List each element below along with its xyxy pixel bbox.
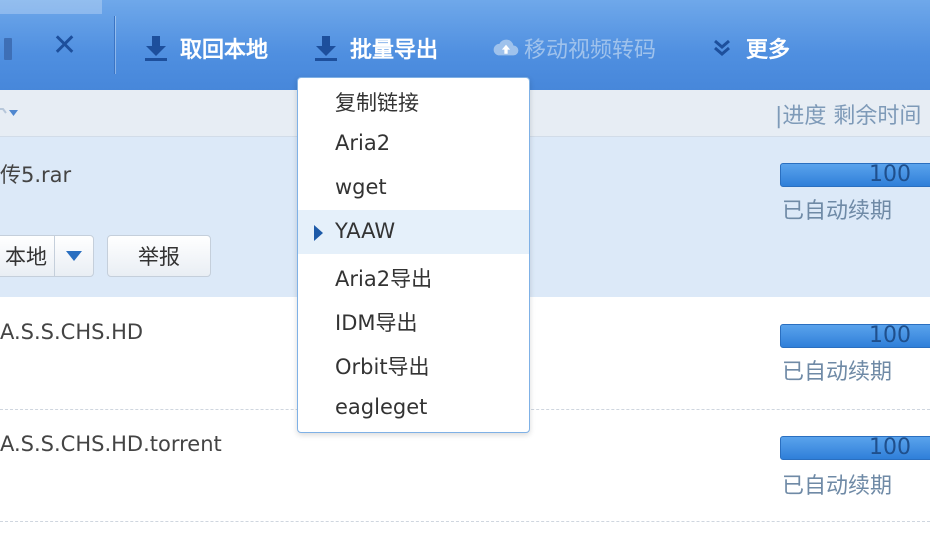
report-button[interactable]: 举报 [107,235,211,277]
download-icon [142,33,170,63]
fetch-local-dropdown-button[interactable] [54,235,94,277]
fetch-local-label: 取回本地 [180,38,269,63]
menu-item-orbit-export[interactable]: Orbit导出 [298,342,529,386]
batch-export-button[interactable]: 批量导出 [312,30,438,66]
file-name: 传5.rar [0,163,72,187]
menu-item-label: Aria2导出 [335,267,433,291]
cloud-upload-icon [492,33,520,63]
menu-item-yaaw[interactable]: YAAW [298,210,529,254]
fetch-local-row-label: 本地 [5,245,47,269]
menu-item-label: Orbit导出 [335,355,430,379]
batch-export-menu: 复制链接 Aria2 wget YAAW Aria2导出 IDM导出 Orbit… [297,77,530,433]
double-chevron-down-icon [708,33,736,63]
menu-item-aria2[interactable]: Aria2 [298,122,529,166]
file-name: A.S.S.CHS.HD.torrent [0,432,222,456]
renew-status: 已自动续期 [782,474,893,499]
transcode-label: 移动视频转码 [524,38,657,63]
more-label: 更多 [746,38,791,63]
progress-bar: 100 [780,435,930,460]
pause-icon[interactable] [4,38,12,60]
transcode-button[interactable]: 移动视频转码 [492,30,656,66]
menu-item-idm-export[interactable]: IDM导出 [298,298,529,342]
progress-remaining-column-header[interactable]: |进度 剩余时间 [775,98,921,130]
sort-chevron-down-icon[interactable] [0,102,18,123]
download-icon [312,33,340,63]
renew-status: 已自动续期 [782,199,893,224]
fetch-local-button[interactable]: 取回本地 [142,30,268,66]
progress-value: 100 [869,323,911,348]
menu-item-label: IDM导出 [335,311,418,335]
menu-item-wget[interactable]: wget [298,166,529,210]
report-label: 举报 [138,245,180,269]
menu-item-label: wget [335,175,387,199]
close-icon[interactable]: ✕ [52,28,77,63]
progress-bar: 100 [780,323,930,348]
file-name: A.S.S.CHS.HD [0,320,144,344]
row-divider [0,521,930,522]
progress-value: 100 [869,435,911,460]
fetch-local-row-button[interactable]: 本地 [0,235,55,277]
menu-item-label: YAAW [335,219,396,243]
renew-status: 已自动续期 [782,360,893,385]
more-button[interactable]: 更多 [708,30,790,66]
submenu-arrow-icon [314,225,323,241]
progress-bar: 100 [780,162,930,187]
batch-export-label: 批量导出 [350,38,439,63]
menu-item-aria2-export[interactable]: Aria2导出 [298,254,529,298]
progress-value: 100 [869,162,911,187]
toolbar-highlight [0,0,102,14]
menu-item-label: Aria2 [335,131,391,155]
caret-down-icon [66,251,82,261]
menu-item-label: 复制链接 [335,91,419,115]
menu-item-label: eagleget [335,395,428,419]
toolbar-separator [114,16,115,74]
menu-item-copy-link[interactable]: 复制链接 [298,78,529,122]
menu-item-eagleget[interactable]: eagleget [298,386,529,430]
